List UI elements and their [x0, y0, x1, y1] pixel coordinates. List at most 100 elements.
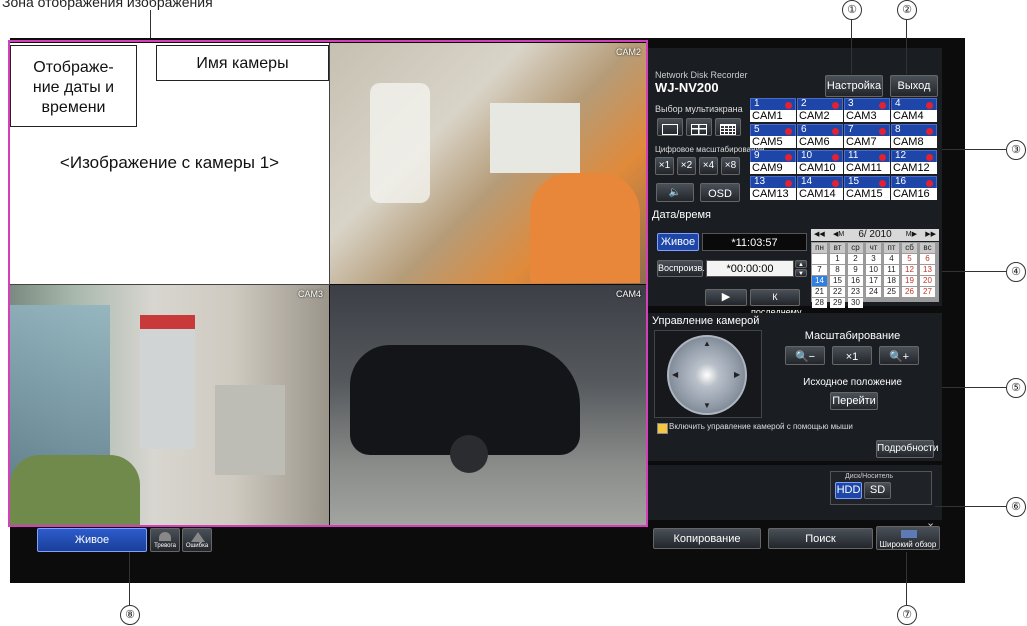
- camera-name[interactable]: CAM6: [797, 136, 843, 148]
- calendar-day[interactable]: 22: [830, 287, 845, 297]
- calendar-day[interactable]: 19: [902, 276, 917, 286]
- calendar-day[interactable]: 29: [830, 298, 845, 308]
- calendar-month: 6/ 2010: [858, 229, 892, 240]
- zoom-in-button[interactable]: 🔍+: [879, 346, 919, 365]
- calendar-day[interactable]: 23: [848, 287, 863, 297]
- calendar-day[interactable]: 6: [920, 254, 935, 264]
- ptz-control-pad[interactable]: ▲ ▼ ◀ ▶: [667, 335, 747, 415]
- playback-time-input[interactable]: *00:00:00: [706, 260, 794, 277]
- camera-number: 8: [895, 124, 901, 135]
- calendar-day[interactable]: 17: [866, 276, 881, 286]
- time-up-button[interactable]: ▲: [795, 260, 807, 268]
- exit-button[interactable]: Выход: [890, 75, 938, 97]
- callout-4-leader: [942, 271, 1006, 272]
- setup-button[interactable]: Настройка: [825, 75, 883, 97]
- copy-button[interactable]: Копирование: [653, 528, 761, 549]
- camera-name[interactable]: CAM16: [891, 188, 937, 200]
- search-button[interactable]: Поиск: [768, 528, 873, 549]
- calendar-day[interactable]: 18: [884, 276, 899, 286]
- calendar-day[interactable]: 2: [848, 254, 863, 264]
- live-button[interactable]: Живое: [37, 528, 147, 552]
- calendar-day[interactable]: 24: [866, 287, 881, 297]
- calendar-day[interactable]: 9: [848, 265, 863, 275]
- hdd-button[interactable]: HDD: [835, 482, 862, 499]
- calendar-day[interactable]: 3: [866, 254, 881, 264]
- camera-name[interactable]: CAM11: [844, 162, 890, 174]
- play-icon: ▶: [721, 291, 731, 303]
- wide-view-button[interactable]: Широкий обзор: [876, 526, 940, 550]
- calendar-day[interactable]: 21: [812, 287, 827, 297]
- calendar-day[interactable]: 14: [812, 276, 827, 286]
- digital-zoom-x8-button[interactable]: ×8: [721, 157, 740, 175]
- digital-zoom-title: Цифровое масштабирование: [655, 145, 765, 154]
- camera-name[interactable]: CAM9: [750, 162, 796, 174]
- camera-number: 16: [895, 176, 907, 187]
- calendar-day[interactable]: 25: [884, 287, 899, 297]
- time-down-button[interactable]: ▼: [795, 269, 807, 277]
- calendar-day[interactable]: 5: [902, 254, 917, 264]
- camera-name[interactable]: CAM13: [750, 188, 796, 200]
- camera-name[interactable]: CAM12: [891, 162, 937, 174]
- sixteen-screen-button[interactable]: [715, 118, 741, 136]
- camera-name[interactable]: CAM15: [844, 188, 890, 200]
- pan-up-icon[interactable]: ▲: [703, 339, 711, 348]
- camera-control-title: Управление камерой: [652, 315, 760, 327]
- camera-name[interactable]: CAM5: [750, 136, 796, 148]
- single-screen-button[interactable]: [657, 118, 683, 136]
- alarm-button[interactable]: Тревога: [150, 528, 180, 552]
- pan-left-icon[interactable]: ◀: [672, 370, 678, 379]
- camera-name[interactable]: CAM4: [891, 110, 937, 122]
- zoom-out-button[interactable]: 🔍−: [785, 346, 825, 365]
- play-button[interactable]: ▶: [705, 289, 747, 306]
- calendar-day[interactable]: 28: [812, 298, 827, 308]
- quad-screen-button[interactable]: [686, 118, 712, 136]
- calendar-day[interactable]: 10: [866, 265, 881, 275]
- calendar-day[interactable]: 4: [884, 254, 899, 264]
- calendar-day[interactable]: 7: [812, 265, 827, 275]
- error-button[interactable]: Ошибка: [182, 528, 212, 552]
- prev-month-icon[interactable]: ◀M: [833, 229, 844, 241]
- calendar-day[interactable]: 26: [902, 287, 917, 297]
- camera-name[interactable]: CAM2: [797, 110, 843, 122]
- go-home-button[interactable]: Перейти: [830, 392, 878, 410]
- go-to-last-button[interactable]: К последнему: [750, 289, 801, 317]
- camera-number: 3: [848, 98, 854, 109]
- audio-button[interactable]: 🔈: [656, 183, 694, 202]
- zoom-x1-button[interactable]: ×1: [832, 346, 872, 365]
- digital-zoom-x1-button[interactable]: ×1: [655, 157, 674, 175]
- ptz-center-knob[interactable]: [695, 363, 719, 387]
- prev-year-icon[interactable]: ◀◀: [814, 229, 825, 241]
- camera-name[interactable]: CAM7: [844, 136, 890, 148]
- digital-zoom-x4-button[interactable]: ×4: [699, 157, 718, 175]
- camera-name[interactable]: CAM8: [891, 136, 937, 148]
- callout-8-leader: [129, 552, 130, 605]
- sd-button[interactable]: SD: [864, 482, 891, 499]
- calendar-day[interactable]: 13: [920, 265, 935, 275]
- calendar-day[interactable]: 16: [848, 276, 863, 286]
- live-mode-button[interactable]: Живое: [657, 233, 699, 251]
- camera-name[interactable]: CAM1: [750, 110, 796, 122]
- osd-button[interactable]: OSD: [700, 183, 740, 202]
- digital-zoom-x2-button[interactable]: ×2: [677, 157, 696, 175]
- camera-name[interactable]: CAM3: [844, 110, 890, 122]
- home-position-title: Исходное положение: [803, 377, 902, 388]
- mouse-control-checkbox[interactable]: [657, 423, 668, 434]
- next-month-icon[interactable]: M▶: [906, 229, 917, 241]
- calendar-day[interactable]: 30: [848, 298, 863, 308]
- calendar-day[interactable]: 15: [830, 276, 845, 286]
- calendar-day[interactable]: 20: [920, 276, 935, 286]
- live-time-display: *11:03:57: [702, 233, 807, 251]
- camera-name[interactable]: CAM10: [797, 162, 843, 174]
- pan-down-icon[interactable]: ▼: [703, 401, 711, 410]
- calendar-day[interactable]: 12: [902, 265, 917, 275]
- playback-mode-button[interactable]: Воспроизв.: [657, 260, 705, 277]
- details-button[interactable]: Подробности: [876, 440, 938, 458]
- calendar-day[interactable]: 27: [920, 287, 935, 297]
- calendar-day[interactable]: 11: [884, 265, 899, 275]
- pan-right-icon[interactable]: ▶: [734, 370, 740, 379]
- camera-number: 13: [754, 176, 766, 187]
- calendar-day[interactable]: 1: [830, 254, 845, 264]
- calendar-day[interactable]: 8: [830, 265, 845, 275]
- next-year-icon[interactable]: ▶▶: [925, 229, 936, 241]
- camera-name[interactable]: CAM14: [797, 188, 843, 200]
